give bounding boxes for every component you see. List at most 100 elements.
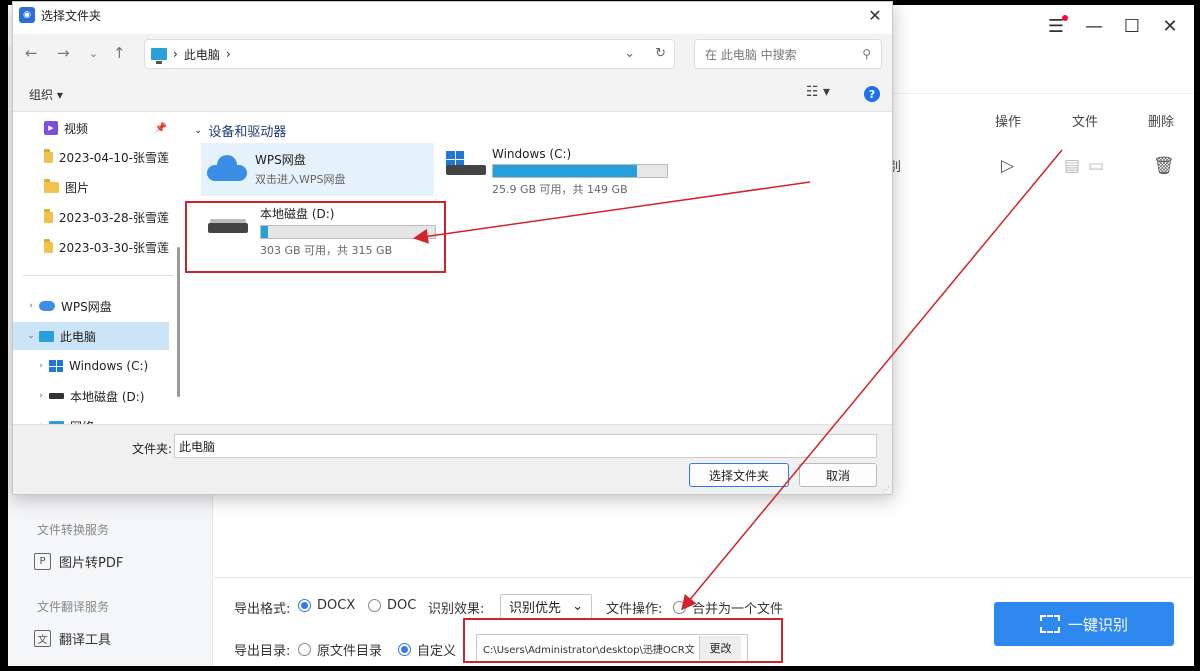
select-value: 识别优先 (509, 601, 562, 616)
breadcrumb[interactable]: 此电脑 (184, 46, 220, 63)
computer-icon (39, 330, 54, 342)
select-folder-button[interactable]: 选择文件夹 (689, 463, 789, 487)
refresh-icon[interactable]: ↻ (655, 46, 666, 61)
ocr-start-button[interactable]: 一键识别 (994, 602, 1174, 646)
radio-unchecked-icon (673, 601, 686, 614)
folder-input[interactable]: 此电脑 (174, 434, 877, 458)
folder-icon (44, 208, 53, 223)
up-arrow-icon[interactable]: ↑ (113, 44, 126, 62)
ocr-button-label: 一键识别 (1067, 615, 1128, 634)
tree-item-label: Windows (C:) (69, 359, 149, 373)
app-close-button[interactable]: ✕ (1154, 13, 1186, 39)
dir-original-radio[interactable]: 原文件目录 (298, 640, 382, 659)
nav-item-video[interactable]: ▶ 视频 📌 (13, 114, 169, 142)
folder-open-icon[interactable]: ▭ (1088, 156, 1104, 176)
tree-item-wps[interactable]: › WPS网盘 (13, 292, 169, 320)
radio-checked-icon (298, 599, 311, 612)
tree-item-drive-c[interactable]: › Windows (C:) (13, 352, 169, 380)
forward-arrow-icon[interactable]: → (57, 44, 70, 62)
group-header[interactable]: ⌄ 设备和驱动器 (194, 121, 286, 140)
radio-label: DOC (387, 598, 417, 613)
format-docx-radio[interactable]: DOCX (298, 598, 355, 613)
chevron-down-icon: ⌄ (194, 125, 203, 136)
trash-icon[interactable]: 🗑 (1153, 156, 1175, 176)
tree-item-this-pc[interactable]: ⌄ 此电脑 (13, 322, 169, 350)
convert-section-title: 文件转换服务 (37, 523, 110, 537)
play-icon[interactable]: ▷ (1001, 156, 1014, 176)
chevron-right-icon[interactable]: › (33, 361, 49, 371)
tile-drive-c[interactable]: Windows (C:) 25.9 GB 可用，共 149 GB (446, 147, 668, 197)
search-input[interactable]: 在 此电脑 中搜索 ⚲ (694, 39, 882, 69)
tree-item-label: 本地磁盘 (D:) (70, 389, 145, 404)
annotation-box-drive-d (185, 201, 446, 273)
sidebar-item-label: 翻译工具 (59, 633, 112, 648)
format-label: 导出格式: (234, 602, 291, 617)
folder-icon (44, 238, 53, 253)
sidebar-item-translate[interactable]: 文 翻译工具 (34, 629, 111, 648)
chevron-down-icon[interactable]: ⌄ (624, 46, 635, 61)
view-options-icon[interactable]: ☷ ▾ (806, 84, 830, 100)
dialog-close-button[interactable]: ✕ (864, 4, 886, 26)
resize-grip-icon[interactable]: ⋰ (882, 485, 890, 494)
chevron-right-icon[interactable]: › (23, 301, 39, 311)
chevron-down-icon[interactable]: ⌄ (23, 331, 39, 341)
folder-icon (44, 148, 53, 163)
file-op-label: 文件操作: (606, 602, 663, 617)
address-tail: ⌄ ↻ (624, 46, 666, 61)
nav-item-folder[interactable]: 2023-03-28-张雪莲 (13, 203, 169, 231)
radio-unchecked-icon (368, 599, 381, 612)
dir-label: 导出目录: (234, 644, 291, 659)
tile-wps[interactable]: WPS网盘 双击进入WPS网盘 (201, 143, 434, 196)
breadcrumb-separator-icon: › (173, 47, 178, 61)
nav-item-pictures[interactable]: 图片 (13, 173, 169, 201)
nav-scrollbar[interactable] (177, 247, 180, 397)
effect-select[interactable]: 识别优先 ⌄ (500, 594, 592, 619)
cloud-icon (39, 301, 55, 311)
nav-item-label: 2023-03-30-张雪莲 (58, 240, 169, 255)
organize-button[interactable]: 组织 ▾ (29, 86, 63, 103)
maximize-button[interactable]: ☐ (1116, 13, 1148, 39)
close-icon: ✕ (1162, 15, 1178, 37)
radio-label: 自定义 (417, 644, 457, 659)
radio-checked-icon (398, 643, 411, 656)
chevron-down-icon: ⌄ (572, 599, 583, 614)
video-icon: ▶ (44, 121, 58, 135)
address-bar[interactable]: › 此电脑 › ⌄ ↻ (144, 39, 675, 69)
column-operation: 操作 (995, 115, 1022, 130)
menu-button[interactable]: ☰ (1040, 13, 1072, 39)
annotation-box-export-path (463, 618, 783, 663)
back-arrow-icon[interactable]: ← (25, 44, 38, 62)
folder-icon (44, 178, 59, 193)
cancel-button[interactable]: 取消 (799, 463, 877, 487)
tree-item-label: WPS网盘 (61, 299, 112, 314)
tree-item-network[interactable]: › 网络 (13, 412, 169, 424)
select-folder-dialog: ◉ 选择文件夹 ✕ ← → ⌄ ↑ › 此电脑 › ⌄ ↻ 在 此电脑 中搜索 … (12, 1, 893, 495)
dir-custom-radio[interactable]: 自定义 (398, 640, 456, 659)
pdf-icon: P (34, 553, 51, 570)
document-icon[interactable]: ▤ (1064, 156, 1080, 176)
maximize-icon: ☐ (1123, 15, 1141, 37)
translate-section-title: 文件翻译服务 (37, 600, 110, 614)
format-doc-radio[interactable]: DOC (368, 598, 416, 613)
nav-item-folder[interactable]: 2023-03-30-张雪莲 (13, 233, 169, 261)
tile-name: WPS网盘 (255, 153, 306, 167)
cloud-icon (207, 155, 247, 181)
minimize-button[interactable]: — (1078, 13, 1110, 39)
translate-icon: 文 (34, 630, 51, 647)
radio-label: 原文件目录 (317, 644, 383, 659)
help-icon[interactable]: ? (864, 86, 880, 102)
tile-subtitle: 25.9 GB 可用，共 149 GB (492, 183, 628, 196)
tree-item-label: 此电脑 (60, 329, 97, 344)
windows-drive-icon (446, 151, 486, 175)
nav-item-folder[interactable]: 2023-04-10-张雪莲 (13, 143, 169, 171)
computer-icon (151, 48, 167, 64)
breadcrumb-separator-icon: › (225, 47, 231, 61)
close-icon: ✕ (868, 5, 882, 25)
sidebar-item-img2pdf[interactable]: P 图片转PDF (34, 552, 123, 571)
recent-chevron-icon[interactable]: ⌄ (89, 47, 98, 60)
merge-radio[interactable]: 合并为一个文件 (673, 598, 783, 617)
nav-item-label: 2023-03-28-张雪莲 (58, 210, 169, 225)
tree-item-drive-d[interactable]: › 本地磁盘 (D:) (13, 382, 169, 410)
group-title: 设备和驱动器 (208, 125, 287, 140)
chevron-right-icon[interactable]: › (33, 391, 49, 401)
